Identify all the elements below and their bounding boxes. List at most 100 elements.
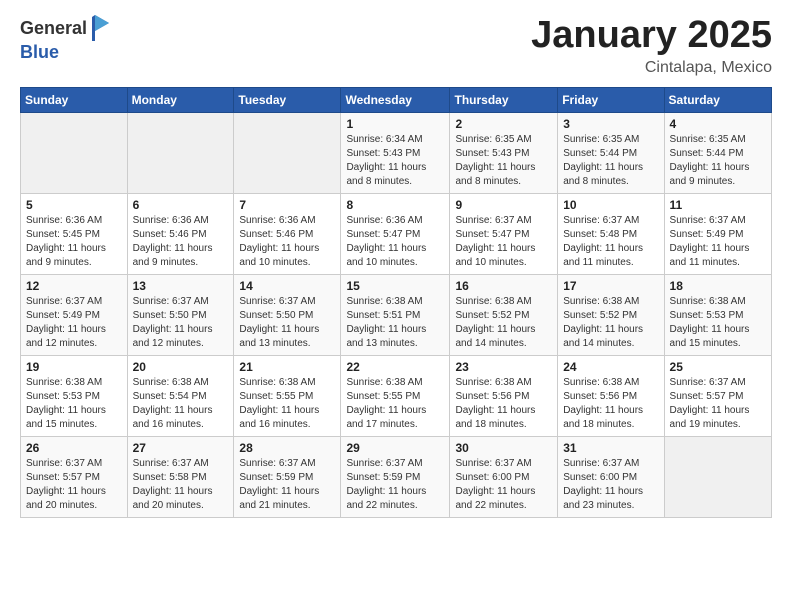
logo: General Blue (20, 15, 113, 63)
calendar-cell: 25 Sunrise: 6:37 AMSunset: 5:57 PMDayligh… (664, 355, 771, 436)
calendar-cell: 28 Sunrise: 6:37 AMSunset: 5:59 PMDayligh… (234, 436, 341, 517)
day-number: 27 (133, 441, 229, 455)
calendar-cell: 17Sunrise: 6:38 AMSunset: 5:52 PMDayligh… (558, 274, 664, 355)
logo-row: General (20, 15, 113, 43)
day-number: 24 (563, 360, 658, 374)
day-number: 30 (455, 441, 552, 455)
day-number: 9 (455, 198, 552, 212)
day-info: Sunrise: 6:38 AMSunset: 5:54 PMDaylight:… (133, 376, 229, 432)
day-info: Sunrise: 6:37 AMSunset: 5:49 PMDaylight:… (670, 214, 766, 270)
calendar-cell: 24Sunrise: 6:38 AMSunset: 5:56 PMDayligh… (558, 355, 664, 436)
weekday-monday: Monday (127, 87, 234, 112)
location: Cintalapa, Mexico (531, 59, 772, 77)
day-info: Sunrise: 6:36 AMSunset: 5:45 PMDaylight:… (26, 214, 122, 270)
calendar-cell: 21 Sunrise: 6:38 AMSunset: 5:55 PMDayligh… (234, 355, 341, 436)
calendar-week-4: 19Sunrise: 6:38 AMSunset: 5:53 PMDayligh… (21, 355, 772, 436)
calendar-cell: 27 Sunrise: 6:37 AMSunset: 5:58 PMDayligh… (127, 436, 234, 517)
day-number: 15 (346, 279, 444, 293)
weekday-thursday: Thursday (450, 87, 558, 112)
day-info: Sunrise: 6:34 AMSunset: 5:43 PMDaylight:… (346, 133, 444, 189)
day-info: Sunrise: 6:38 AMSunset: 5:55 PMDaylight:… (239, 376, 335, 432)
day-info: Sunrise: 6:38 AMSunset: 5:52 PMDaylight:… (563, 295, 658, 351)
calendar-cell: 1 Sunrise: 6:34 AMSunset: 5:43 PMDaylight… (341, 112, 450, 193)
calendar-cell: 12 Sunrise: 6:37 AMSunset: 5:49 PMDayligh… (21, 274, 128, 355)
day-info: Sunrise: 6:37 AMSunset: 5:49 PMDaylight:… (26, 295, 122, 351)
title-block: January 2025 Cintalapa, Mexico (531, 15, 772, 77)
day-number: 29 (346, 441, 444, 455)
calendar-cell: 2 Sunrise: 6:35 AMSunset: 5:43 PMDaylight… (450, 112, 558, 193)
logo-flag-icon (89, 15, 113, 43)
day-number: 31 (563, 441, 658, 455)
weekday-sunday: Sunday (21, 87, 128, 112)
day-info: Sunrise: 6:37 AMSunset: 5:57 PMDaylight:… (26, 457, 122, 513)
calendar-cell (234, 112, 341, 193)
day-number: 18 (670, 279, 766, 293)
calendar-cell: 15 Sunrise: 6:38 AMSunset: 5:51 PMDayligh… (341, 274, 450, 355)
weekday-header-row: SundayMondayTuesdayWednesdayThursdayFrid… (21, 87, 772, 112)
calendar-week-2: 5 Sunrise: 6:36 AMSunset: 5:45 PMDaylight… (21, 193, 772, 274)
day-number: 2 (455, 117, 552, 131)
day-info: Sunrise: 6:38 AMSunset: 5:53 PMDaylight:… (26, 376, 122, 432)
day-info: Sunrise: 6:35 AMSunset: 5:44 PMDaylight:… (670, 133, 766, 189)
calendar-cell: 7Sunrise: 6:36 AMSunset: 5:46 PMDaylight… (234, 193, 341, 274)
calendar-week-5: 26 Sunrise: 6:37 AMSunset: 5:57 PMDayligh… (21, 436, 772, 517)
day-info: Sunrise: 6:38 AMSunset: 5:55 PMDaylight:… (346, 376, 444, 432)
weekday-tuesday: Tuesday (234, 87, 341, 112)
day-info: Sunrise: 6:38 AMSunset: 5:53 PMDaylight:… (670, 295, 766, 351)
day-info: Sunrise: 6:37 AMSunset: 6:00 PMDaylight:… (563, 457, 658, 513)
day-number: 5 (26, 198, 122, 212)
day-number: 26 (26, 441, 122, 455)
day-number: 12 (26, 279, 122, 293)
day-info: Sunrise: 6:35 AMSunset: 5:44 PMDaylight:… (563, 133, 658, 189)
month-title: January 2025 (531, 15, 772, 57)
day-number: 20 (133, 360, 229, 374)
weekday-wednesday: Wednesday (341, 87, 450, 112)
calendar-week-1: 1 Sunrise: 6:34 AMSunset: 5:43 PMDaylight… (21, 112, 772, 193)
calendar-week-3: 12 Sunrise: 6:37 AMSunset: 5:49 PMDayligh… (21, 274, 772, 355)
day-info: Sunrise: 6:38 AMSunset: 5:56 PMDaylight:… (455, 376, 552, 432)
calendar-cell: 13 Sunrise: 6:37 AMSunset: 5:50 PMDayligh… (127, 274, 234, 355)
day-number: 28 (239, 441, 335, 455)
calendar-cell: 5 Sunrise: 6:36 AMSunset: 5:45 PMDaylight… (21, 193, 128, 274)
calendar-cell: 31 Sunrise: 6:37 AMSunset: 6:00 PMDayligh… (558, 436, 664, 517)
calendar-cell: 18 Sunrise: 6:38 AMSunset: 5:53 PMDayligh… (664, 274, 771, 355)
calendar-cell: 11 Sunrise: 6:37 AMSunset: 5:49 PMDayligh… (664, 193, 771, 274)
day-number: 1 (346, 117, 444, 131)
day-info: Sunrise: 6:37 AMSunset: 5:50 PMDaylight:… (133, 295, 229, 351)
calendar-cell: 26 Sunrise: 6:37 AMSunset: 5:57 PMDayligh… (21, 436, 128, 517)
day-info: Sunrise: 6:36 AMSunset: 5:46 PMDaylight:… (133, 214, 229, 270)
day-number: 6 (133, 198, 229, 212)
day-info: Sunrise: 6:38 AMSunset: 5:52 PMDaylight:… (455, 295, 552, 351)
calendar-cell (21, 112, 128, 193)
calendar-cell: 9 Sunrise: 6:37 AMSunset: 5:47 PMDaylight… (450, 193, 558, 274)
calendar-body: 1 Sunrise: 6:34 AMSunset: 5:43 PMDaylight… (21, 112, 772, 517)
calendar-cell (127, 112, 234, 193)
day-number: 11 (670, 198, 766, 212)
day-number: 14 (239, 279, 335, 293)
calendar-cell: 20 Sunrise: 6:38 AMSunset: 5:54 PMDayligh… (127, 355, 234, 436)
day-info: Sunrise: 6:38 AMSunset: 5:51 PMDaylight:… (346, 295, 444, 351)
day-info: Sunrise: 6:35 AMSunset: 5:43 PMDaylight:… (455, 133, 552, 189)
calendar-cell: 29 Sunrise: 6:37 AMSunset: 5:59 PMDayligh… (341, 436, 450, 517)
day-number: 23 (455, 360, 552, 374)
calendar-cell: 19Sunrise: 6:38 AMSunset: 5:53 PMDayligh… (21, 355, 128, 436)
day-number: 16 (455, 279, 552, 293)
calendar-cell: 23 Sunrise: 6:38 AMSunset: 5:56 PMDayligh… (450, 355, 558, 436)
day-number: 21 (239, 360, 335, 374)
day-info: Sunrise: 6:37 AMSunset: 5:59 PMDaylight:… (239, 457, 335, 513)
calendar-cell: 10Sunrise: 6:37 AMSunset: 5:48 PMDayligh… (558, 193, 664, 274)
day-number: 25 (670, 360, 766, 374)
day-info: Sunrise: 6:37 AMSunset: 5:57 PMDaylight:… (670, 376, 766, 432)
day-number: 13 (133, 279, 229, 293)
day-number: 4 (670, 117, 766, 131)
day-info: Sunrise: 6:37 AMSunset: 5:50 PMDaylight:… (239, 295, 335, 351)
calendar-header: SundayMondayTuesdayWednesdayThursdayFrid… (21, 87, 772, 112)
day-number: 7 (239, 198, 335, 212)
day-info: Sunrise: 6:37 AMSunset: 5:59 PMDaylight:… (346, 457, 444, 513)
day-info: Sunrise: 6:37 AMSunset: 5:48 PMDaylight:… (563, 214, 658, 270)
day-info: Sunrise: 6:37 AMSunset: 5:47 PMDaylight:… (455, 214, 552, 270)
calendar-cell: 14 Sunrise: 6:37 AMSunset: 5:50 PMDayligh… (234, 274, 341, 355)
day-info: Sunrise: 6:37 AMSunset: 5:58 PMDaylight:… (133, 457, 229, 513)
calendar-cell: 6 Sunrise: 6:36 AMSunset: 5:46 PMDaylight… (127, 193, 234, 274)
calendar-table: SundayMondayTuesdayWednesdayThursdayFrid… (20, 87, 772, 518)
